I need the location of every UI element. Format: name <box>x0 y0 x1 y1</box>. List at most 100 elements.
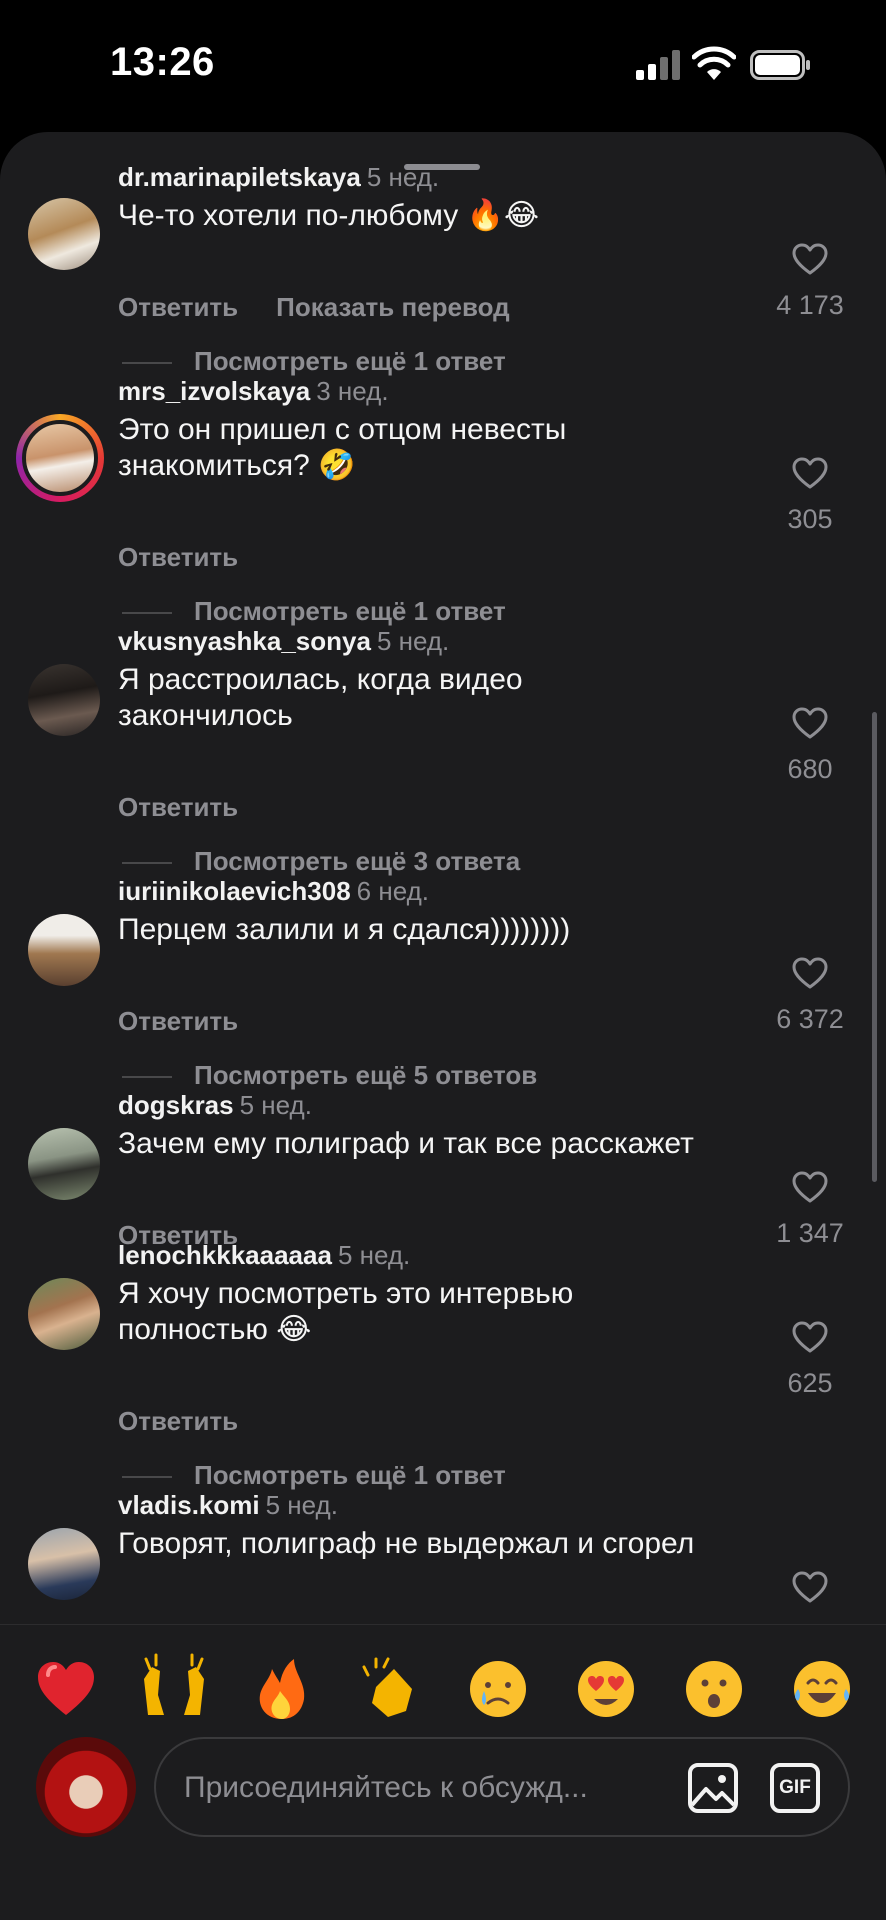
avatar <box>22 420 98 496</box>
comment-meta: iuriinikolaevich308 6 нед. <box>118 876 429 907</box>
laughing-emoji: 😂 <box>276 1312 312 1347</box>
scrollbar[interactable] <box>872 712 877 1182</box>
like-button[interactable] <box>770 1570 850 1604</box>
gif-button[interactable]: GIF <box>770 1763 820 1813</box>
comment-text-body: полностью <box>118 1313 268 1346</box>
like-button[interactable]: 4 173 <box>770 242 850 321</box>
like-button[interactable]: 305 <box>770 456 850 535</box>
like-button[interactable]: 1 347 <box>770 1170 850 1249</box>
image-icon[interactable] <box>686 1761 740 1815</box>
story-ring[interactable] <box>16 414 104 502</box>
comment-text: Говорят, полиграф не выдержал и сгорел <box>118 1527 695 1560</box>
show-translation-button[interactable]: Показать перевод <box>276 292 510 322</box>
comment-time: 5 нед. <box>366 162 440 192</box>
fire-emoji: 🔥 <box>466 198 504 233</box>
like-count: 680 <box>787 754 833 784</box>
comment-actions: Ответить <box>118 542 238 573</box>
heart-icon <box>792 957 828 989</box>
reply-button[interactable]: Ответить <box>118 792 238 822</box>
fire-reaction[interactable] <box>242 1649 322 1729</box>
like-count: 4 173 <box>776 290 844 320</box>
status-time: 13:26 <box>110 40 215 84</box>
comment-text-line: Я расстроилась, когда видео <box>118 663 523 696</box>
comment-text-line: Я хочу посмотреть это интервью <box>118 1277 574 1310</box>
comment-meta: lenochkkkaaaaaa 5 нед. <box>118 1240 410 1271</box>
comment-meta: dogskras 5 нед. <box>118 1090 312 1121</box>
view-replies-label: Посмотреть ещё 3 ответа <box>194 846 521 876</box>
heart-icon <box>792 243 828 275</box>
comment-actions: Ответить <box>118 1406 238 1437</box>
comment-actions: Ответить Показать перевод <box>118 292 510 323</box>
cellular-signal-icon <box>636 50 680 80</box>
heart-icon <box>792 1171 828 1203</box>
laughing-face-reaction[interactable] <box>782 1649 862 1729</box>
comment-text-line-2: знакомиться? 🤣 <box>118 448 778 484</box>
comment-meta: vladis.komi 5 нед. <box>118 1490 338 1521</box>
reply-button[interactable]: Ответить <box>118 1006 238 1036</box>
avatar[interactable] <box>28 1278 100 1350</box>
reply-button[interactable]: Ответить <box>118 1406 238 1436</box>
comment-time: 5 нед. <box>239 1090 312 1120</box>
heart-icon <box>792 457 828 489</box>
comment-time: 3 нед. <box>316 376 389 406</box>
comment-meta: vkusnyashka_sonya 5 нед. <box>118 626 449 657</box>
view-replies-label: Посмотреть ещё 1 ответ <box>194 596 506 626</box>
avatar[interactable] <box>28 198 100 270</box>
comment-text: Перцем залили и я сдался)))))))) <box>118 913 571 946</box>
comment-meta: mrs_izvolskaya 3 нед. <box>118 376 389 407</box>
like-button[interactable]: 625 <box>770 1320 850 1399</box>
wifi-icon <box>692 46 736 80</box>
comment-text: Зачем ему полиграф и так все расскажет <box>118 1127 694 1160</box>
comment-username[interactable]: iuriinikolaevich308 <box>118 876 351 906</box>
comment-username[interactable]: dogskras <box>118 1090 234 1120</box>
battery-icon <box>750 50 810 80</box>
avatar[interactable] <box>28 914 100 986</box>
like-count: 625 <box>787 1368 833 1398</box>
clapping-hands-reaction[interactable] <box>350 1649 430 1729</box>
comment-input-placeholder: Присоединяйтесь к обсужд... <box>184 1771 588 1804</box>
comment-text: Я расстроилась, когда видео закончилось <box>118 662 778 734</box>
view-replies-button[interactable]: Посмотреть ещё 1 ответ <box>122 1460 506 1491</box>
comment-input[interactable]: Присоединяйтесь к обсужд... GIF <box>154 1737 850 1837</box>
comment-username[interactable]: mrs_izvolskaya <box>118 376 310 406</box>
surprised-face-reaction[interactable] <box>674 1649 754 1729</box>
comment-actions: Ответить <box>118 1006 238 1037</box>
comment-text-body: Че-то хотели по-любому <box>118 199 459 232</box>
like-button[interactable]: 6 372 <box>770 956 850 1035</box>
comment-text: Это он пришел с отцом невесты знакомитьс… <box>118 412 778 484</box>
view-replies-label: Посмотреть ещё 5 ответов <box>194 1060 538 1090</box>
raising-hands-reaction[interactable] <box>134 1649 214 1729</box>
avatar[interactable] <box>28 1128 100 1200</box>
view-replies-button[interactable]: Посмотреть ещё 1 ответ <box>122 346 506 377</box>
comment-meta: dr.marinapiletskaya 5 нед. <box>118 162 439 193</box>
comment-username[interactable]: vkusnyashka_sonya <box>118 626 371 656</box>
comment-text: Я хочу посмотреть это интервью полностью… <box>118 1276 778 1348</box>
replies-divider <box>122 362 172 365</box>
heart-eyes-reaction[interactable] <box>566 1649 646 1729</box>
avatar[interactable] <box>28 1528 100 1600</box>
crying-face-reaction[interactable] <box>458 1649 538 1729</box>
replies-divider <box>122 612 172 615</box>
comment-time: 5 нед. <box>337 1240 411 1270</box>
comment-username[interactable]: dr.marinapiletskaya <box>118 162 361 192</box>
comment-username[interactable]: vladis.komi <box>118 1490 260 1520</box>
view-replies-button[interactable]: Посмотреть ещё 5 ответов <box>122 1060 537 1091</box>
reply-button[interactable]: Ответить <box>118 542 238 572</box>
quick-reactions <box>0 1649 886 1729</box>
view-replies-button[interactable]: Посмотреть ещё 3 ответа <box>122 846 520 877</box>
replies-divider <box>122 1476 172 1479</box>
view-replies-button[interactable]: Посмотреть ещё 1 ответ <box>122 596 506 627</box>
comment-text-body: знакомиться? <box>118 449 310 482</box>
comment-composer-bar: Присоединяйтесь к обсужд... GIF <box>0 1624 886 1920</box>
like-count: 1 347 <box>776 1218 844 1248</box>
comment-text: Че-то хотели по-любому 🔥😂 <box>118 198 778 234</box>
avatar[interactable] <box>28 664 100 736</box>
red-heart-reaction[interactable] <box>26 1649 106 1729</box>
user-avatar[interactable] <box>36 1737 136 1837</box>
replies-divider <box>122 862 172 865</box>
like-button[interactable]: 680 <box>770 706 850 785</box>
heart-icon <box>792 707 828 739</box>
comment-username[interactable]: lenochkkkaaaaaa <box>118 1240 332 1270</box>
comment-text-line-2: полностью 😂 <box>118 1312 778 1348</box>
reply-button[interactable]: Ответить <box>118 292 238 322</box>
